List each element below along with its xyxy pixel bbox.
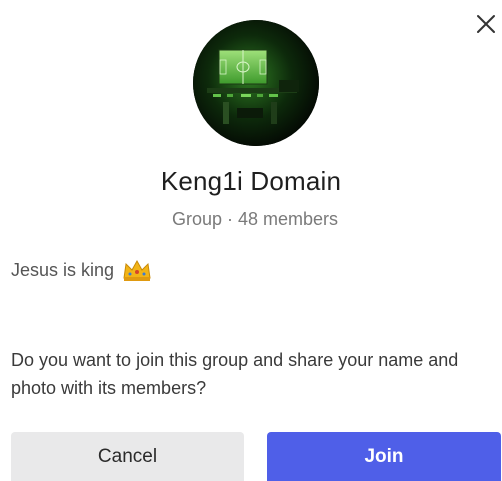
join-prompt: Do you want to join this group and share…	[11, 350, 459, 398]
group-description: Jesus is king	[11, 258, 152, 282]
group-name: Keng1i Domain	[160, 166, 342, 196]
group-photo	[193, 20, 319, 146]
group-avatar	[193, 20, 319, 146]
group-description-text: Jesus is king	[11, 259, 115, 280]
join-button[interactable]: Join	[267, 432, 501, 481]
close-button[interactable]	[472, 10, 500, 38]
close-icon	[477, 15, 495, 33]
cancel-button[interactable]: Cancel	[11, 432, 244, 481]
crown-icon	[122, 258, 152, 282]
join-group-dialog: Keng1i Domain Group · 48 members Jesus i…	[0, 0, 502, 481]
group-meta: Group · 48 members	[171, 209, 339, 229]
